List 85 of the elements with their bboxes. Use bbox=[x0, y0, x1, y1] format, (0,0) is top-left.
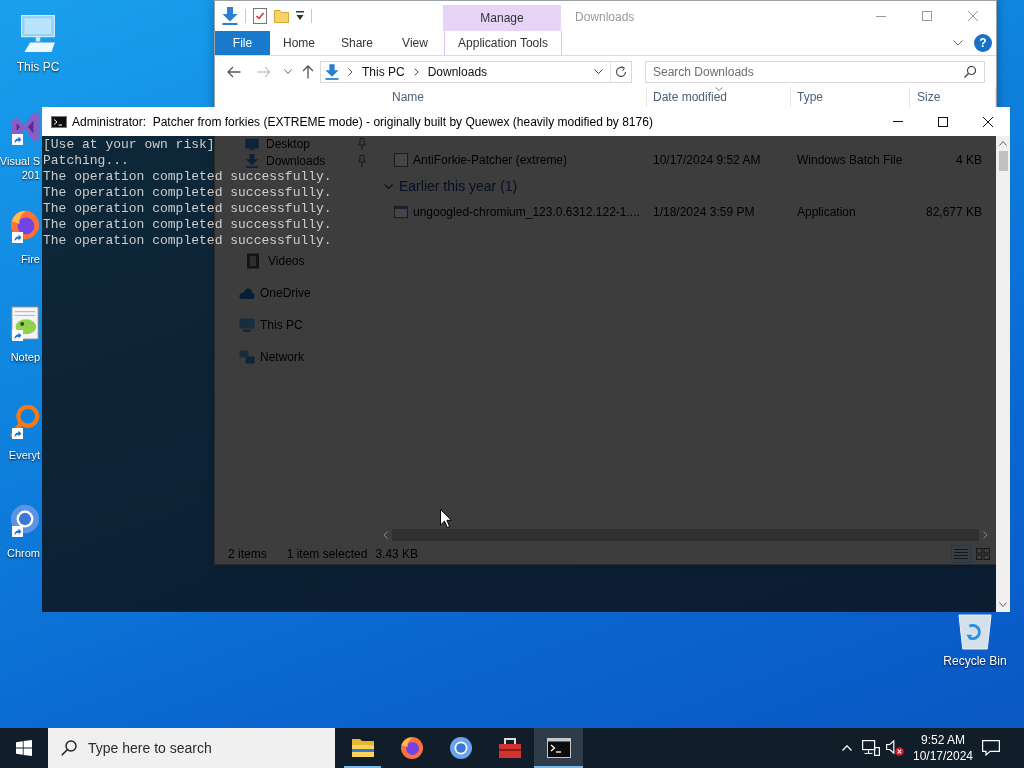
network-icon[interactable] bbox=[862, 740, 880, 756]
window-title: Administrator: Patcher from forkies (EXTREME mode) - originally built by Quewex (heavily modified by 8176) bbox=[72, 114, 653, 129]
globe-logo-icon bbox=[399, 736, 424, 760]
console-output-line: The operation completed successfully. bbox=[43, 185, 332, 201]
file-type: Windows Batch File bbox=[797, 153, 903, 167]
speaker-icon[interactable] bbox=[886, 740, 904, 756]
file-tab[interactable]: File bbox=[215, 31, 270, 55]
folder-icon bbox=[350, 736, 375, 760]
download-icon[interactable] bbox=[222, 7, 238, 25]
file-type: Application bbox=[797, 205, 856, 219]
properties-icon[interactable] bbox=[253, 8, 267, 24]
square-icon bbox=[394, 153, 408, 167]
chevron-down-icon[interactable] bbox=[999, 602, 1007, 607]
clock-date[interactable]: 10/17/2024 bbox=[912, 748, 974, 764]
chevron-down-icon[interactable] bbox=[594, 69, 603, 74]
download-icon bbox=[325, 63, 339, 80]
taskbar-button[interactable] bbox=[534, 728, 583, 768]
console-output-line: The operation completed successfully. bbox=[43, 201, 332, 217]
up-arrow-icon[interactable] bbox=[302, 64, 314, 79]
caret-up-icon[interactable] bbox=[842, 745, 852, 751]
desktop-icon-label[interactable]: Recycle Bin bbox=[943, 654, 1007, 668]
desktop-icon-label[interactable]: Chrom bbox=[7, 546, 40, 560]
date-modified: 1/18/2024 3:59 PM bbox=[653, 205, 755, 219]
search-field[interactable]: Type here to search bbox=[48, 728, 335, 768]
search-icon bbox=[964, 65, 976, 78]
ring-logo-icon bbox=[448, 736, 473, 760]
clock-time[interactable]: 9:52 AM bbox=[921, 732, 965, 748]
search-icon bbox=[61, 740, 77, 756]
desktop-icon-label[interactable]: Everyt bbox=[8, 448, 40, 462]
chevron-right-icon[interactable] bbox=[348, 67, 353, 76]
chevron-down-icon[interactable] bbox=[953, 40, 963, 46]
caret-down-icon[interactable] bbox=[296, 11, 304, 21]
desktop-icon-label[interactable]: Notep bbox=[10, 350, 40, 364]
close-icon[interactable] bbox=[982, 116, 993, 127]
selection-size: 3.43 KB bbox=[375, 547, 419, 561]
file-size: 4 KB bbox=[956, 153, 982, 167]
list-lines-icon bbox=[954, 548, 968, 560]
refresh-icon[interactable] bbox=[615, 65, 627, 78]
scrollbar-thumb[interactable] bbox=[392, 529, 979, 541]
minimize-icon[interactable] bbox=[892, 121, 903, 122]
console-output-line: Patching... bbox=[43, 153, 129, 169]
chevron-down-icon[interactable] bbox=[284, 69, 292, 74]
help-button[interactable]: ? bbox=[974, 34, 992, 52]
monitor-icon bbox=[239, 317, 255, 333]
monitor-icon[interactable] bbox=[20, 14, 56, 52]
terminal-icon bbox=[546, 736, 571, 760]
toolbox-icon bbox=[497, 736, 522, 760]
chevron-up-icon[interactable] bbox=[999, 141, 1007, 146]
cloud-icon bbox=[239, 285, 255, 301]
desktop-icon-label[interactable]: Fire bbox=[21, 252, 40, 266]
console-output-line: The operation completed successfully. bbox=[43, 233, 332, 249]
desktop-icon-label[interactable]: This PC bbox=[16, 60, 60, 74]
network-icon bbox=[239, 349, 255, 365]
window-title: Downloads bbox=[575, 10, 635, 24]
ribbon-tab[interactable]: View bbox=[386, 31, 444, 55]
desktop-icon-label[interactable]: Visual S 201 bbox=[0, 154, 40, 182]
back-arrow-icon[interactable] bbox=[227, 65, 241, 78]
date-modified: 10/17/2024 9:52 AM bbox=[653, 153, 761, 167]
download-icon bbox=[245, 154, 259, 168]
desktop-folder-icon bbox=[245, 137, 259, 151]
context-tab-header: Manage bbox=[443, 5, 561, 31]
ribbon-tab[interactable]: Home bbox=[270, 31, 328, 55]
scrollbar-thumb[interactable] bbox=[998, 151, 1008, 171]
address-bar[interactable]: This PC Downloads bbox=[320, 60, 632, 83]
windows-logo-icon[interactable] bbox=[16, 740, 32, 756]
breadcrumb[interactable]: Downloads bbox=[427, 64, 488, 79]
search-field[interactable]: Search Downloads bbox=[645, 60, 985, 83]
ribbon-tab[interactable]: Share bbox=[328, 31, 386, 55]
console-output-line: The operation completed successfully. bbox=[43, 217, 332, 233]
notification-icon[interactable] bbox=[982, 740, 1000, 756]
breadcrumb[interactable]: This PC bbox=[362, 64, 405, 79]
selection-info: 1 item selected bbox=[286, 547, 368, 561]
file-size: 82,677 KB bbox=[925, 205, 982, 219]
recycle-bin-icon[interactable] bbox=[958, 614, 992, 650]
terminal-icon bbox=[51, 115, 67, 128]
vertical-scrollbar[interactable] bbox=[996, 136, 1010, 612]
console-output-line: The operation completed successfully. bbox=[43, 169, 332, 185]
item-count: 2 items bbox=[228, 547, 267, 561]
chevron-right-icon[interactable] bbox=[413, 67, 419, 76]
magnifier-icon[interactable] bbox=[10, 404, 40, 438]
grid-icon bbox=[976, 548, 990, 560]
mouse-pointer-icon bbox=[440, 509, 452, 528]
maximize-icon[interactable] bbox=[937, 116, 948, 127]
ribbon-tab[interactable]: Application Tools bbox=[444, 31, 562, 55]
console-output-line: [Use at your own risk] bbox=[43, 137, 215, 153]
